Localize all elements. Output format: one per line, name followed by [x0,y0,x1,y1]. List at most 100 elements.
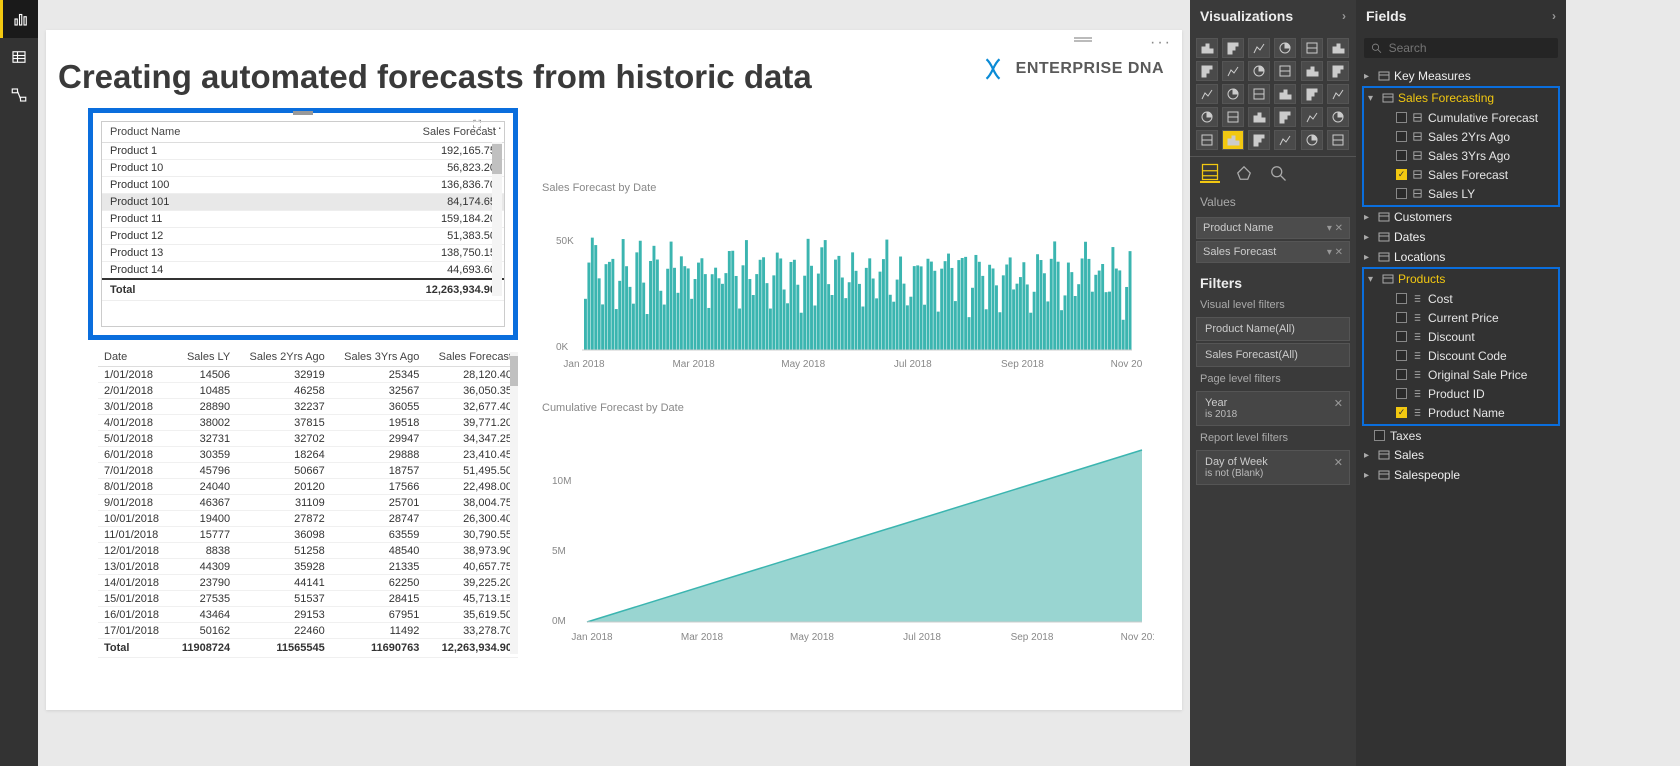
checkbox[interactable] [1396,293,1407,304]
fields-header[interactable]: Fields › [1356,0,1566,32]
visualizations-header[interactable]: Visualizations › [1190,0,1356,32]
table-row[interactable]: 16/01/201843464291536795135,619.50 [98,607,518,623]
table-row[interactable]: 17/01/201850162224601149233,278.70 [98,623,518,639]
table-row[interactable]: 14/01/201823790441416225039,225.20 [98,575,518,591]
viz-type-icon[interactable] [1327,84,1349,104]
viz-type-icon[interactable] [1248,61,1270,81]
viz-type-icon[interactable] [1248,107,1270,127]
visual-table-dates[interactable]: DateSales LYSales 2Yrs AgoSales 3Yrs Ago… [98,348,518,674]
viz-type-icon[interactable] [1327,107,1349,127]
viz-type-icon[interactable] [1274,84,1296,104]
viz-type-icon[interactable] [1274,38,1296,58]
viz-type-icon[interactable] [1196,61,1218,81]
visual-table-sales-forecast[interactable]: ⛶ ··· Product Name Sales Forecast Produc… [88,108,518,340]
table-row[interactable]: 9/01/201846367311092570138,004.75 [98,495,518,511]
field-item[interactable]: Current Price [1382,308,1558,327]
format-tab[interactable] [1234,163,1254,183]
scrollbar-thumb[interactable] [492,144,502,174]
col-header[interactable]: Sales Forecast [425,348,518,367]
table-row[interactable]: Product 10184,174.65 [102,194,504,211]
close-icon[interactable]: ✕ [1334,456,1343,469]
table-row[interactable]: Product 1251,383.50 [102,228,504,245]
chevron-right-icon[interactable]: › [1552,9,1556,23]
table-row[interactable]: 13/01/201844309359282133540,657.75 [98,559,518,575]
table-node[interactable]: Products [1364,269,1558,289]
viz-type-icon[interactable] [1196,130,1218,150]
analytics-tab[interactable] [1268,163,1288,183]
data-view-button[interactable] [0,38,38,76]
field-item[interactable]: Product Name [1382,403,1558,422]
table-row[interactable]: 12/01/20188838512584854038,973.90 [98,543,518,559]
table-row[interactable]: 5/01/201832731327022994734,347.25 [98,431,518,447]
table-row[interactable]: Product 11159,184.20 [102,211,504,228]
search-input[interactable] [1389,41,1552,55]
viz-type-icon[interactable] [1301,84,1323,104]
viz-type-icon[interactable] [1248,38,1270,58]
field-item[interactable]: Sales LY [1382,184,1558,203]
table-row[interactable]: 10/01/201819400278722874726,300.40 [98,511,518,527]
fields-search[interactable] [1364,38,1558,58]
viz-type-icon[interactable] [1327,130,1349,150]
field-item[interactable]: Product ID [1382,384,1558,403]
field-well[interactable]: Product Name▾ ✕ [1196,217,1350,239]
checkbox[interactable] [1374,430,1385,441]
drag-handle-icon[interactable] [293,111,313,115]
filter-card[interactable]: ✕Yearis 2018 [1196,391,1350,426]
table-row[interactable]: 1/01/201814506329192534528,120.40 [98,367,518,383]
field-item[interactable]: Discount [1382,327,1558,346]
chevron-right-icon[interactable]: › [1342,9,1346,23]
scrollbar-thumb[interactable] [510,356,518,386]
col-header[interactable]: Date [98,348,171,367]
viz-type-icon[interactable] [1301,130,1323,150]
field-item[interactable]: Sales 2Yrs Ago [1382,127,1558,146]
field-item[interactable]: Taxes [1360,426,1562,445]
col-header[interactable]: Sales 2Yrs Ago [236,348,331,367]
table-row[interactable]: 15/01/201827535515372841545,713.15 [98,591,518,607]
table-node[interactable]: Key Measures [1360,66,1562,86]
table-node[interactable]: Locations [1360,247,1562,267]
viz-type-icon[interactable] [1301,61,1323,81]
checkbox[interactable] [1396,312,1407,323]
field-item[interactable]: Original Sale Price [1382,365,1558,384]
checkbox[interactable] [1396,169,1407,180]
viz-type-icon[interactable] [1327,38,1349,58]
chevron-down-icon[interactable]: ▾ ✕ [1327,247,1343,258]
table-row[interactable]: 2/01/201810485462583256736,050.35 [98,383,518,399]
field-item[interactable]: Cost [1382,289,1558,308]
table-node[interactable]: Sales [1360,445,1562,465]
viz-type-icon[interactable] [1196,84,1218,104]
checkbox[interactable] [1396,331,1407,342]
viz-type-icon[interactable] [1248,130,1270,150]
chevron-down-icon[interactable]: ▾ ✕ [1327,223,1343,234]
field-item[interactable]: Sales Forecast [1382,165,1558,184]
model-view-button[interactable] [0,76,38,114]
viz-type-icon[interactable] [1301,107,1323,127]
viz-type-icon[interactable] [1301,38,1323,58]
visual-area-chart[interactable]: Cumulative Forecast by Date 10M 5M 0M Ja… [542,396,1154,658]
page-more-menu[interactable]: ··· [1150,34,1172,52]
viz-type-icon[interactable] [1222,61,1244,81]
table-row[interactable]: 4/01/201838002378151951839,771.20 [98,415,518,431]
table-row[interactable]: Product 1056,823.20 [102,160,504,177]
filter-card[interactable]: Sales Forecast(All) [1196,343,1350,367]
viz-type-icon[interactable] [1222,84,1244,104]
table-row[interactable]: Product 1192,165.75 [102,143,504,160]
visual-bar-chart[interactable]: Sales Forecast by Date 50K 0K Jan 2018Ma… [542,176,1142,388]
checkbox[interactable] [1396,388,1407,399]
checkbox[interactable] [1396,188,1407,199]
table-row[interactable]: 8/01/201824040201201756622,498.00 [98,479,518,495]
report-page[interactable]: ··· ↖ Creating automated forecasts from … [46,30,1182,710]
close-icon[interactable]: ✕ [1334,397,1343,410]
viz-type-icon[interactable] [1222,107,1244,127]
field-well[interactable]: Sales Forecast▾ ✕ [1196,241,1350,263]
field-item[interactable]: Cumulative Forecast [1382,108,1558,127]
col-header[interactable]: Sales LY [171,348,236,367]
viz-type-icon[interactable] [1222,130,1244,150]
checkbox[interactable] [1396,150,1407,161]
table-row[interactable]: 7/01/201845796506671875751,495.50 [98,463,518,479]
table-row[interactable]: 11/01/201815777360986355930,790.55 [98,527,518,543]
table-node[interactable]: Customers [1360,207,1562,227]
filter-card[interactable]: ✕Day of Weekis not (Blank) [1196,450,1350,485]
table-node[interactable]: Dates [1360,227,1562,247]
fields-tab[interactable] [1200,163,1220,183]
